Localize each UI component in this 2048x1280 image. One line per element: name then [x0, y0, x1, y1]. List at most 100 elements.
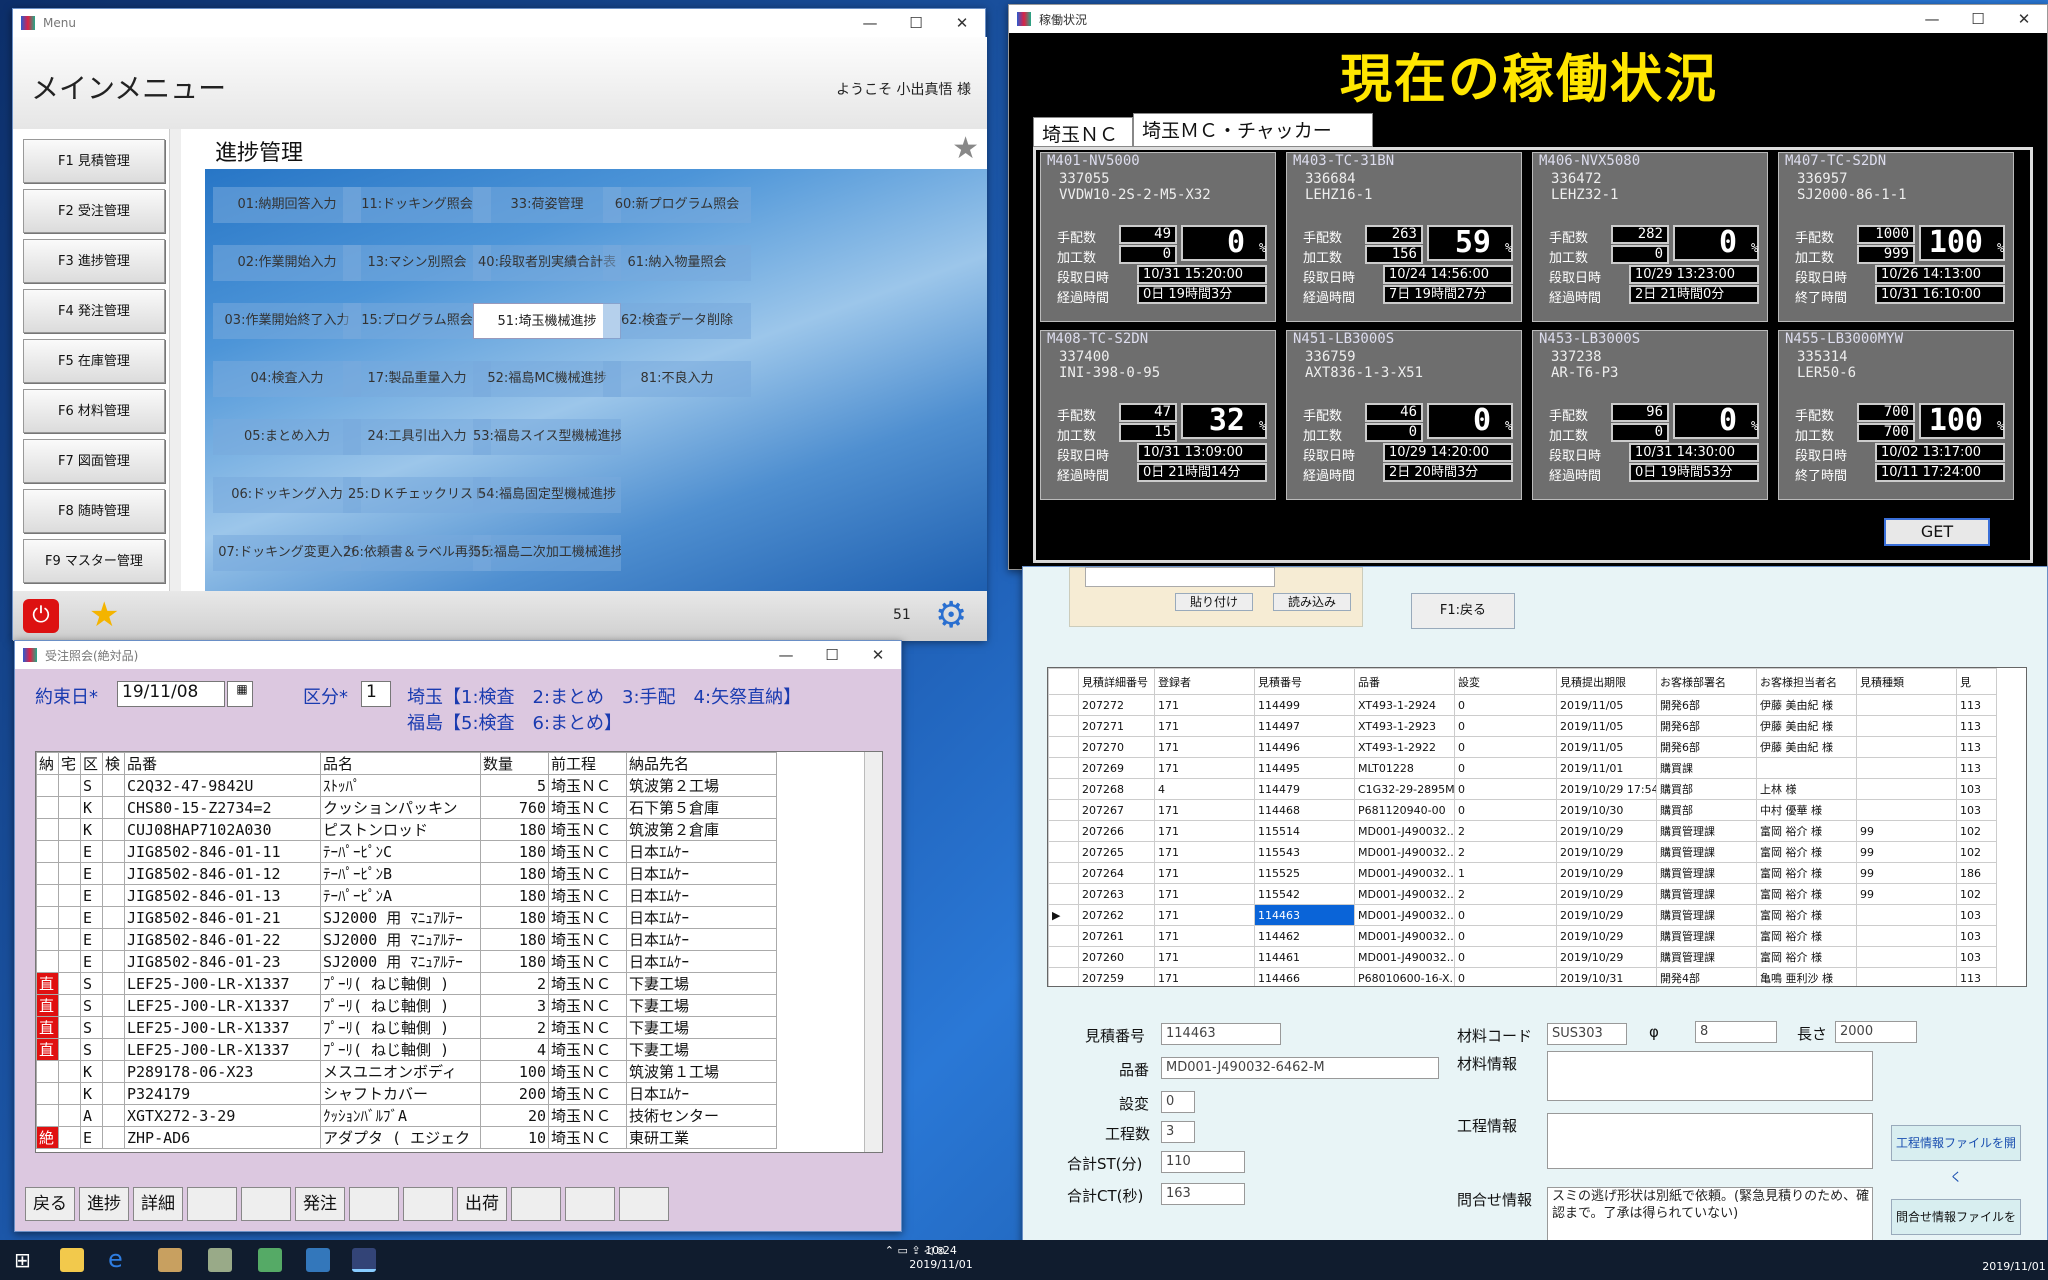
- menu-item[interactable]: 17:製品重量入力: [343, 361, 491, 397]
- power-icon[interactable]: ⏻: [23, 599, 59, 633]
- grid-row[interactable]: 207271 171 114497 XT493-1-2923 0 2019/11/05 開発…: [1048, 715, 1997, 737]
- column-header[interactable]: 品番: [124, 752, 321, 775]
- table-row[interactable]: E JIG8502-846-01-21 SJ2000 用 ﾏﾆｭｱﾙﾃｰ 180 埼玉Ｎ…: [36, 906, 777, 929]
- grid-row[interactable]: 207263 171 115542 MD001-J490032... 2 2019/10/…: [1048, 883, 1997, 905]
- f3-button[interactable]: F3 進捗管理: [23, 239, 165, 283]
- status-titlebar[interactable]: 稼働状況 — ☐ ✕: [1009, 5, 2047, 33]
- menu-item[interactable]: 51:埼玉機械進捗: [473, 303, 621, 339]
- refresh-gear-icon[interactable]: ⚙: [935, 595, 967, 636]
- row-selector[interactable]: [1048, 946, 1079, 968]
- tab-saitama-nc[interactable]: 埼玉ＮＣ: [1033, 117, 1133, 147]
- grid-row[interactable]: 207269 171 114495 MLT01228 0 2019/11/01 購買課 113: [1048, 757, 1997, 779]
- table-row[interactable]: 直 S LEF25-J00-LR-X1337 ﾌﾟｰﾘ( ねじ軸側 ) 2 埼玉ＮＣ 下妻工…: [36, 1016, 777, 1039]
- grid-column-header[interactable]: お客様部署名: [1656, 668, 1757, 695]
- material-code-field[interactable]: SUS303: [1547, 1023, 1627, 1045]
- file-explorer-icon[interactable]: [60, 1248, 84, 1272]
- grid-row[interactable]: 207264 171 115525 MD001-J490032... 1 2019/10/…: [1048, 862, 1997, 884]
- grid-row[interactable]: 207259 171 114466 P68010600-16-X... 0 2019/10…: [1048, 967, 1997, 986]
- row-selector[interactable]: [1048, 799, 1079, 821]
- maximize-button[interactable]: ☐: [893, 9, 939, 37]
- column-header[interactable]: 前工程: [548, 752, 627, 775]
- grid-column-header[interactable]: 見積詳細番号: [1078, 668, 1155, 695]
- paste-button[interactable]: 貼り付け: [1175, 593, 1253, 611]
- column-header[interactable]: 数量: [480, 752, 549, 775]
- table-row[interactable]: K P289178-06-X23 メスユニオンボディ 100 埼玉ＮＣ 筑波第１工場: [36, 1060, 777, 1083]
- row-selector[interactable]: [1048, 862, 1079, 884]
- open-process-file-button[interactable]: 工程情報ファイルを開く: [1891, 1125, 2021, 1184]
- row-selector[interactable]: [1048, 715, 1079, 737]
- menu-item[interactable]: 24:工具引出入力: [343, 419, 491, 455]
- menu-item[interactable]: 81:不良入力: [603, 361, 751, 397]
- menu-item[interactable]: 15:プログラム照会: [343, 303, 491, 339]
- menu-app-icon[interactable]: [352, 1248, 376, 1272]
- table-row[interactable]: A XGTX272-3-29 ｸｯｼｮﾝﾊﾞﾙﾌﾞA 20 埼玉ＮＣ 技術センター: [36, 1104, 777, 1127]
- menu-item[interactable]: 13:マシン別照会: [343, 245, 491, 281]
- st-field[interactable]: 110: [1161, 1151, 1245, 1173]
- minimize-button[interactable]: —: [763, 641, 809, 669]
- row-selector[interactable]: [1048, 757, 1079, 779]
- menu-item[interactable]: 55:福島二次加工機械進捗: [473, 535, 621, 571]
- grid-column-header[interactable]: 見積提出期限: [1556, 668, 1657, 695]
- order-action-button[interactable]: 発注: [295, 1187, 345, 1221]
- menu-item[interactable]: 04:検査入力: [213, 361, 361, 397]
- menu-item[interactable]: 61:納入物量照会: [603, 245, 751, 281]
- menu-item[interactable]: 53:福島スイス型機械進捗: [473, 419, 621, 455]
- order-action-button[interactable]: 戻る: [25, 1187, 75, 1221]
- f2-button[interactable]: F2 受注管理: [23, 189, 165, 233]
- star-icon[interactable]: ★: [89, 595, 119, 635]
- grid-row[interactable]: 207266 171 115514 MD001-J490032... 2 2019/10/…: [1048, 820, 1997, 842]
- row-selector[interactable]: [1048, 778, 1079, 800]
- grid-column-header[interactable]: 登録者: [1154, 668, 1255, 695]
- column-header[interactable]: 納: [36, 752, 59, 775]
- column-header[interactable]: 検: [102, 752, 125, 775]
- order-action-button[interactable]: [241, 1187, 291, 1221]
- f4-button[interactable]: F4 発注管理: [23, 289, 165, 333]
- grid-column-header[interactable]: 見積種類: [1856, 668, 1957, 695]
- grid-row[interactable]: 207260 171 114461 MD001-J490032... 0 2019/10/…: [1048, 946, 1997, 968]
- minimize-button[interactable]: —: [1909, 5, 1955, 33]
- change-field[interactable]: 0: [1161, 1091, 1195, 1113]
- menu-item[interactable]: 54:福島固定型機械進捗: [473, 477, 621, 513]
- row-selector[interactable]: [1048, 967, 1079, 986]
- calendar-icon[interactable]: ▦: [227, 681, 253, 707]
- order-action-button[interactable]: [619, 1187, 669, 1221]
- order-action-button[interactable]: 詳細: [133, 1187, 183, 1221]
- column-header[interactable]: 宅: [58, 752, 81, 775]
- kubun-input[interactable]: 1: [361, 681, 391, 707]
- close-button[interactable]: ✕: [939, 9, 985, 37]
- grid-column-header[interactable]: 設変: [1454, 668, 1557, 695]
- table-row[interactable]: E JIG8502-846-01-22 SJ2000 用 ﾏﾆｭｱﾙﾃｰ 180 埼玉Ｎ…: [36, 928, 777, 951]
- table-row[interactable]: 直 S LEF25-J00-LR-X1337 ﾌﾟｰﾘ( ねじ軸側 ) 3 埼玉ＮＣ 下妻工…: [36, 994, 777, 1017]
- table-row[interactable]: K CHS80-15-Z2734=2 クッションパッキン 760 埼玉ＮＣ 石下第５倉庫: [36, 796, 777, 819]
- order-action-button[interactable]: [511, 1187, 561, 1221]
- order-action-button[interactable]: 進捗: [79, 1187, 129, 1221]
- grid-row[interactable]: 207272 171 114499 XT493-1-2924 0 2019/11/05 開発…: [1048, 694, 1997, 716]
- grid-row[interactable]: 207270 171 114496 XT493-1-2922 0 2019/11/05 開発…: [1048, 736, 1997, 758]
- proc-count-field[interactable]: 3: [1161, 1121, 1195, 1143]
- menu-item[interactable]: 62:検査データ削除: [603, 303, 751, 339]
- back-button[interactable]: F1:戻る: [1411, 593, 1515, 629]
- minimize-button[interactable]: —: [847, 9, 893, 37]
- favorite-star-icon[interactable]: ★: [952, 131, 979, 166]
- f6-button[interactable]: F6 材料管理: [23, 389, 165, 433]
- table-row[interactable]: E JIG8502-846-01-12 ﾃｰﾊﾟｰﾋﾟﾝB 180 埼玉ＮＣ 日本ｴﾑｹｰ: [36, 862, 777, 885]
- length-field[interactable]: 2000: [1835, 1021, 1917, 1043]
- grid-column-header[interactable]: 見: [1956, 668, 1997, 695]
- column-header[interactable]: 品名: [320, 752, 481, 775]
- internet-explorer-icon[interactable]: e: [108, 1247, 132, 1272]
- phi-field[interactable]: 8: [1695, 1021, 1777, 1043]
- table-row[interactable]: 直 S LEF25-J00-LR-X1337 ﾌﾟｰﾘ( ねじ軸側 ) 2 埼玉ＮＣ 下妻工…: [36, 972, 777, 995]
- menu-item[interactable]: 33:荷姿管理: [473, 187, 621, 223]
- sidebar-scrollbar[interactable]: [169, 129, 181, 591]
- date-input[interactable]: 19/11/08: [117, 681, 225, 707]
- order-action-button[interactable]: [403, 1187, 453, 1221]
- menu-item[interactable]: 07:ドッキング変更入力: [213, 535, 361, 571]
- quote-no-field[interactable]: 114463: [1161, 1023, 1281, 1045]
- order-titlebar[interactable]: 受注照会(絶対品) — ☐ ✕: [15, 641, 901, 669]
- ct-field[interactable]: 163: [1161, 1183, 1245, 1205]
- inquiry-field[interactable]: スミの逃げ形状は別紙で依頼。(緊急見積りのため、確認まで。了承は得られていない): [1547, 1187, 1873, 1243]
- get-button[interactable]: GET: [1884, 518, 1990, 546]
- table-row[interactable]: K P324179 シャフトカバー 200 埼玉ＮＣ 日本ｴﾑｹｰ: [36, 1082, 777, 1105]
- column-header[interactable]: 区: [80, 752, 103, 775]
- menu-item[interactable]: 25:ＤＫチェックリスト: [343, 477, 491, 513]
